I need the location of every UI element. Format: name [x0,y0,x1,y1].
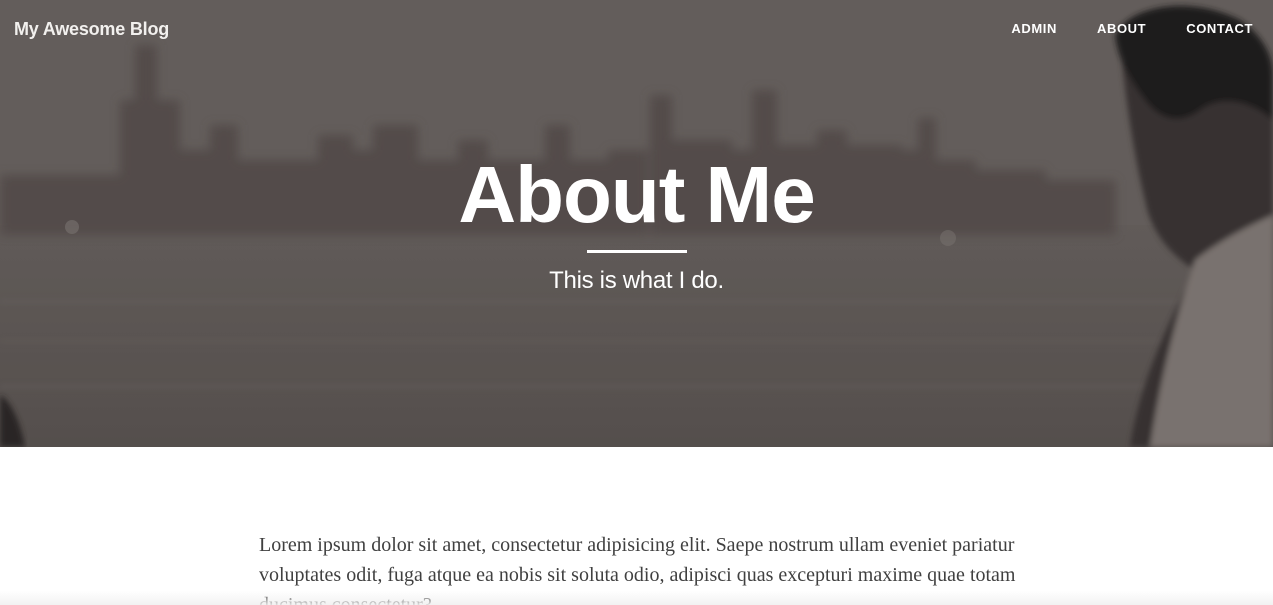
page-title: About Me [458,150,815,239]
bottom-fade [0,591,1273,605]
title-divider [586,250,687,253]
nav-link-contact[interactable]: CONTACT [1146,21,1253,36]
hero-header: My Awesome Blog ADMIN ABOUT CONTACT Abou… [0,0,1273,447]
page: My Awesome Blog ADMIN ABOUT CONTACT Abou… [0,0,1273,605]
nav-link-about[interactable]: ABOUT [1057,21,1146,36]
page-subtitle: This is what I do. [549,267,724,294]
brand-logo-link[interactable]: My Awesome Blog [14,19,169,40]
main-nav: ADMIN ABOUT CONTACT [1011,21,1253,36]
nav-link-admin[interactable]: ADMIN [1011,21,1057,36]
hero-heading: About Me This is what I do. [0,150,1273,295]
